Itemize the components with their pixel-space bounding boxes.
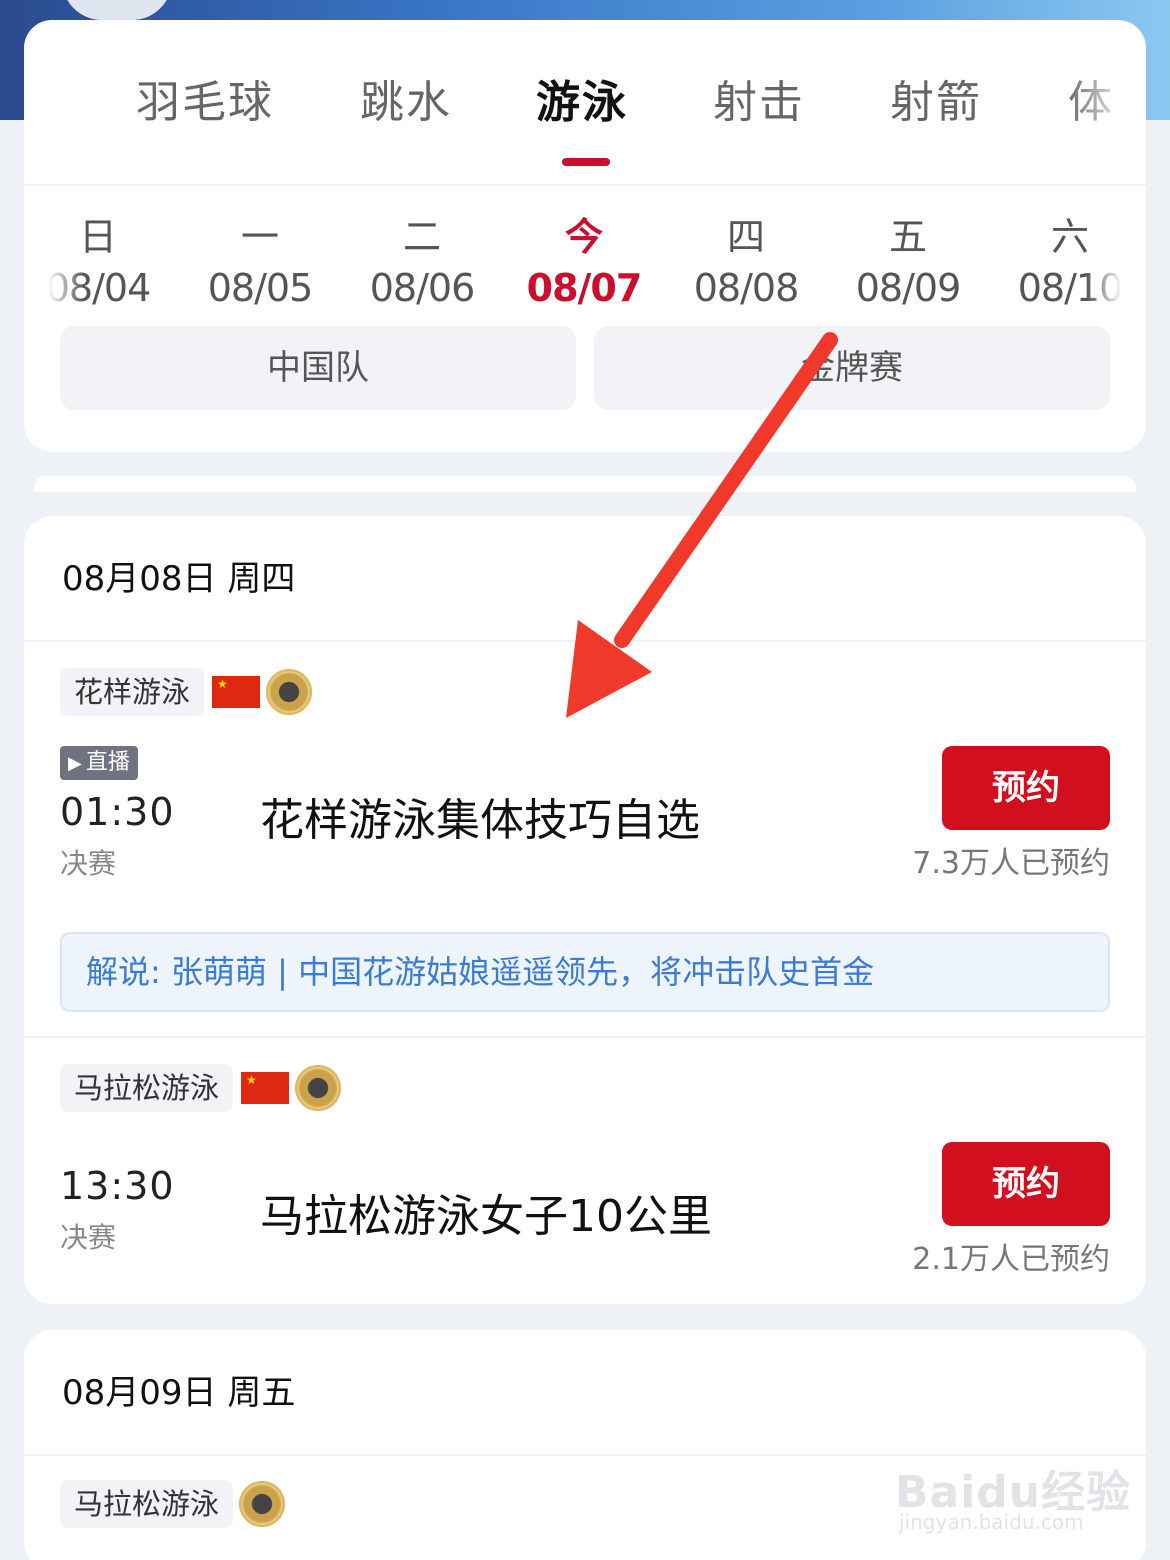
date-weekday: 一 xyxy=(240,215,279,259)
event-tags: 马拉松游泳 xyxy=(60,1480,286,1528)
date-value: 08/09 xyxy=(855,266,962,310)
event-row[interactable]: 花样游泳 ★ ▶ 直播 01:30 决赛 花样游泳集体技巧自选 预约 7.3万人已… xyxy=(24,642,1146,1038)
commentary-banner[interactable]: 解说: 张萌萌 | 中国花游姑娘遥遥领先，将冲击队史首金 xyxy=(60,932,1110,1012)
date-item[interactable]: 五 08/09 xyxy=(838,188,978,310)
china-flag-icon: ★ xyxy=(241,1072,290,1104)
filter-card: 羽毛球 跳水 游泳 射击 射箭 体 日 08/04 一 08/05 二 08/0… xyxy=(24,20,1146,452)
china-team-filter-button[interactable]: 中国队 xyxy=(60,326,576,410)
event-title[interactable]: 马拉松游泳女子10公里 xyxy=(260,1180,712,1244)
medal-icon xyxy=(295,1065,342,1111)
medal-icon xyxy=(266,669,313,715)
day-header: 08月08日 周四 xyxy=(24,516,1146,642)
date-selector: 日 08/04 一 08/05 二 08/06 今 08/07 四 08/08 … xyxy=(24,188,1146,328)
date-weekday: 二 xyxy=(402,215,441,259)
tabs-fade xyxy=(1066,60,1146,140)
date-value: 08/08 xyxy=(693,266,800,310)
date-weekday: 今 xyxy=(564,215,603,259)
event-tags: 花样游泳 ★ xyxy=(60,668,313,716)
event-time: 13:30 xyxy=(60,1164,175,1208)
sport-tag: 马拉松游泳 xyxy=(60,1480,234,1528)
active-tab-indicator xyxy=(562,158,610,166)
date-fade-left xyxy=(24,188,84,328)
event-tags: 马拉松游泳 ★ xyxy=(60,1064,342,1112)
watermark: Baidu经验 jingyan.baidu.com xyxy=(895,1438,1135,1538)
collapsed-card-edge xyxy=(34,476,1136,492)
reservation-count: 7.3万人已预约 xyxy=(912,846,1110,881)
tab-archery[interactable]: 射箭 xyxy=(890,66,982,130)
reserve-button[interactable]: 预约 xyxy=(942,1142,1110,1226)
date-fade-right xyxy=(1086,188,1146,328)
tab-diving[interactable]: 跳水 xyxy=(360,66,452,130)
date-value: 08/07 xyxy=(526,266,643,310)
event-time: 01:30 xyxy=(60,790,175,834)
date-value: 08/06 xyxy=(369,266,476,310)
sport-tag: 马拉松游泳 xyxy=(60,1064,234,1112)
reserve-button[interactable]: 预约 xyxy=(942,746,1110,830)
tab-swimming[interactable]: 游泳 xyxy=(536,66,628,130)
sport-tabs: 羽毛球 跳水 游泳 射击 射箭 体 xyxy=(24,20,1146,186)
date-weekday: 四 xyxy=(726,215,765,259)
tab-shooting[interactable]: 射击 xyxy=(713,66,805,130)
sport-tag: 花样游泳 xyxy=(60,668,205,716)
live-label: 直播 xyxy=(85,750,130,775)
date-item[interactable]: 四 08/08 xyxy=(676,188,816,310)
date-item-today[interactable]: 今 08/07 xyxy=(514,188,654,310)
tab-badminton[interactable]: 羽毛球 xyxy=(136,66,274,130)
event-title[interactable]: 花样游泳集体技巧自选 xyxy=(260,784,700,848)
date-item[interactable]: 一 08/05 xyxy=(190,188,330,310)
medal-icon xyxy=(239,1481,286,1527)
gold-medal-filter-button[interactable]: 金牌赛 xyxy=(594,326,1110,410)
event-row[interactable]: 马拉松游泳 ★ 13:30 决赛 马拉松游泳女子10公里 预约 2.1万人已预约 xyxy=(24,1038,1146,1302)
reservation-count: 2.1万人已预约 xyxy=(912,1242,1110,1277)
day-card: 08月08日 周四 花样游泳 ★ ▶ 直播 01:30 决赛 花样游泳集体技巧自选… xyxy=(24,516,1146,1304)
event-stage: 决赛 xyxy=(60,847,117,880)
date-weekday: 五 xyxy=(888,215,927,259)
china-flag-icon: ★ xyxy=(212,676,261,708)
play-icon: ▶ xyxy=(68,753,82,774)
date-value: 08/05 xyxy=(207,266,314,310)
event-stage: 决赛 xyxy=(60,1221,117,1254)
date-item[interactable]: 二 08/06 xyxy=(352,188,492,310)
watermark-url: jingyan.baidu.com xyxy=(899,1510,1084,1534)
live-badge: ▶ 直播 xyxy=(60,746,138,780)
